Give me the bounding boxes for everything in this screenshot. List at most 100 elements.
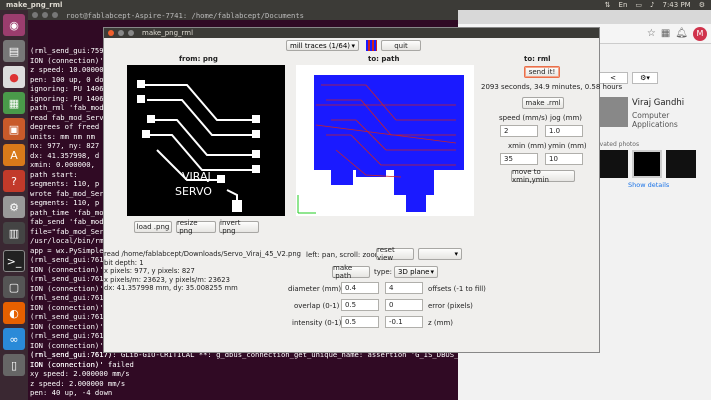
photo-thumb[interactable] [598, 150, 628, 178]
app-icon[interactable]: ▢ [3, 276, 25, 298]
type-select[interactable]: 3D plane ▾ [394, 266, 438, 278]
grid-apps-icon[interactable]: ▦ [661, 28, 670, 39]
minimize-icon[interactable] [118, 30, 124, 36]
z-label: z (mm) [428, 319, 453, 327]
from-png-label: from: png [179, 55, 218, 63]
presentation-icon[interactable]: ▣ [3, 118, 25, 140]
firefox-icon[interactable]: ◐ [3, 302, 25, 324]
z-input[interactable]: -0.1 [385, 316, 423, 328]
app-titlebar: make_png_rml [104, 28, 599, 38]
terminal-icon[interactable]: >_ [3, 250, 25, 272]
bell-icon[interactable]: 🔔︎ [675, 28, 688, 39]
make-rml-button[interactable]: make .rml [522, 97, 564, 109]
file-info: read /home/fablabcept/Downloads/Servo_Vi… [104, 250, 301, 293]
gear-icon[interactable]: ⚙ [699, 1, 705, 9]
network-icon[interactable]: ⇅ [605, 1, 611, 9]
make-png-rml-window: make_png_rml mill traces (1/64) ▾ quit fr… [103, 27, 622, 353]
ymin-label: ymin (mm) [548, 142, 587, 150]
photo-thumb[interactable] [632, 150, 662, 178]
overlap-input[interactable]: 0.5 [341, 299, 379, 311]
maximize-icon[interactable] [128, 30, 134, 36]
xmin-label: xmin (mm) [508, 142, 547, 150]
file-info-line: bit depth: 1 [104, 258, 144, 267]
terminal-titlebar: root@fablabcept-Aspire-7741: /home/fabla… [28, 10, 458, 20]
jog-label: jog (mm) [550, 114, 582, 122]
arduino-icon[interactable]: ∞ [3, 328, 25, 350]
help-icon[interactable]: ? [3, 170, 25, 192]
browser-icon[interactable]: ● [3, 66, 25, 88]
png-text-line1: VIRAJ [182, 170, 211, 183]
show-details-link[interactable]: Show details [628, 181, 669, 189]
jog-input[interactable]: 1.0 [545, 125, 583, 137]
top-panel: make_png_rml ⇅ En ▭ ♪ 7:43 PM ⚙ [0, 0, 711, 10]
files-icon[interactable]: ▤ [3, 40, 25, 62]
reset-view-button[interactable]: reset view [376, 246, 414, 262]
keyboard-icon[interactable]: En [619, 1, 628, 9]
xmin-input[interactable]: 35 [500, 153, 538, 165]
profile-photo [598, 97, 628, 127]
pan-zoom-hint: left: pan, scroll: zoom [306, 251, 382, 259]
window-title: make_png_rml [142, 29, 194, 37]
png-canvas[interactable]: VIRAJ SERVO [127, 65, 285, 216]
overlap-label: overlap (0-1) [294, 302, 340, 310]
browser-tabbar [458, 10, 711, 24]
intensity-label: intensity (0-1) [292, 319, 342, 327]
invert-png-button[interactable]: invert .png [219, 219, 259, 235]
to-rml-label: to: rml [524, 55, 551, 63]
png-text-line2: SERVO [175, 185, 212, 198]
photo-thumb[interactable] [666, 150, 696, 178]
quit-button[interactable]: quit [381, 40, 421, 51]
software-center-icon[interactable]: A [3, 144, 25, 166]
error-label: error (pixels) [428, 302, 473, 310]
settings-icon[interactable]: ⚙ [3, 196, 25, 218]
profile-subtitle: Computer Applications [632, 111, 678, 129]
file-info-line: x pixels: 977, y pixels: 827 [104, 267, 195, 275]
minimize-icon[interactable] [42, 12, 48, 18]
volume-icon[interactable]: ♪ [650, 1, 654, 9]
error-input[interactable]: 0 [385, 299, 423, 311]
terminal-line: ION (connection)' failed [30, 359, 134, 369]
process-select[interactable]: mill traces (1/64) ▾ [286, 40, 359, 51]
workspaces-icon[interactable]: ▥ [3, 222, 25, 244]
dash-icon[interactable]: ◉ [3, 14, 25, 36]
terminal-line: xy speed: 2.000000 mm/s [30, 369, 130, 378]
photos-label: ivated photos [598, 141, 640, 148]
speed-input[interactable]: 2 [500, 125, 538, 137]
terminal-output-bottom: (rml_send_gui:7617): GLib-GIO-CRITICAL *… [30, 350, 458, 398]
ymin-input[interactable]: 10 [545, 153, 583, 165]
avatar[interactable]: M [693, 26, 707, 41]
resize-png-button[interactable]: resize .png [176, 219, 216, 235]
send-it-button[interactable]: send it! [524, 66, 560, 78]
active-app-title: make_png_rml [6, 1, 63, 9]
clock[interactable]: 7:43 PM [663, 1, 691, 9]
diameter-input[interactable]: 0.4 [341, 282, 379, 294]
spreadsheet-icon[interactable]: ▦ [3, 92, 25, 114]
diameter-label: diameter (mm) [288, 285, 342, 293]
output-icon[interactable] [366, 40, 377, 51]
time-estimate: 2093 seconds, 34.9 minutes, 0.58 hours [481, 83, 623, 91]
intensity-input[interactable]: 0.5 [341, 316, 379, 328]
offsets-input[interactable]: 4 [385, 282, 423, 294]
path-canvas[interactable] [296, 65, 474, 216]
chevron-down-icon: ▾ [351, 41, 355, 50]
indicator-area: ⇅ En ▭ ♪ 7:43 PM ⚙ [605, 1, 705, 9]
chevron-down-icon: ▾ [454, 250, 458, 258]
load-png-button[interactable]: load .png [134, 221, 172, 233]
toolpath-preview [297, 75, 464, 214]
star-icon[interactable]: ☆ [647, 28, 656, 39]
file-info-line: x pixels/m: 23623, y pixels/m: 23623 [104, 275, 230, 284]
close-icon[interactable] [108, 30, 114, 36]
terminal-line: pen: 40 up, -4 down [30, 388, 113, 397]
speed-label: speed (mm/s) [499, 114, 548, 122]
terminal-line: z speed: 2.000000 mm/s [30, 378, 126, 388]
close-icon[interactable] [32, 12, 38, 18]
profile-name[interactable]: Viraj Gandhi [632, 98, 684, 108]
gear-icon[interactable]: ⚙▾ [632, 72, 658, 84]
view-select[interactable]: ▾ [418, 248, 462, 260]
trash-icon[interactable]: ▯ [3, 354, 25, 376]
battery-icon[interactable]: ▭ [635, 1, 642, 9]
offsets-label: offsets (-1 to fill) [428, 285, 486, 293]
maximize-icon[interactable] [52, 12, 58, 18]
move-to-xmin-ymin-button[interactable]: move to xmin,ymin [511, 168, 575, 184]
make-path-button[interactable]: make .path [332, 264, 370, 280]
